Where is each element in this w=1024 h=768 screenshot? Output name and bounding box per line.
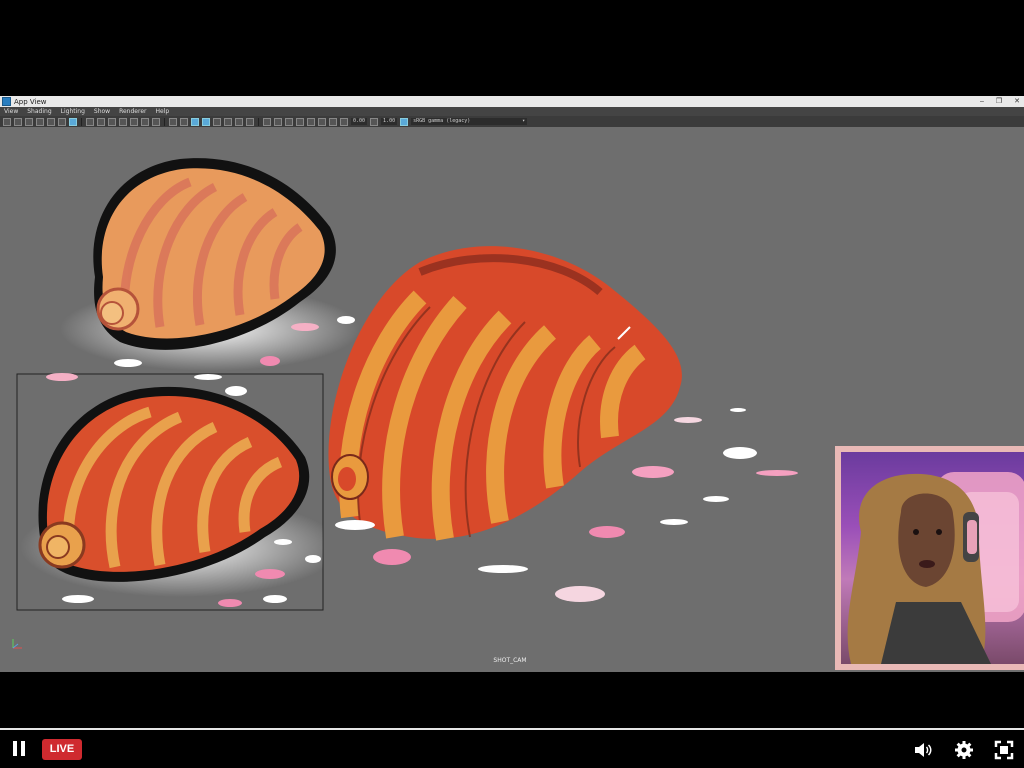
close-button[interactable]: ✕ [1014,96,1020,107]
croissant-sketch-top [60,158,360,371]
settings-icon[interactable] [954,740,974,760]
croissant-3d-model [328,246,682,541]
menu-view[interactable]: View [4,108,18,115]
maximize-button[interactable]: ❐ [996,96,1002,107]
gamma-icon[interactable] [370,117,379,126]
reference-inset-panel [16,373,324,611]
menu-help[interactable]: Help [155,108,169,115]
streamer-figure [847,472,1024,664]
gate-mask-icon[interactable] [119,117,127,126]
window-titlebar[interactable]: App View – ❐ ✕ [0,96,1024,107]
camera-attributes-icon[interactable] [14,117,22,126]
ambient-occlusion-icon[interactable] [235,117,243,126]
shadows-icon[interactable] [213,117,221,126]
smooth-shade-icon[interactable] [180,117,188,126]
camera-lock-icon[interactable] [329,117,337,126]
xray-icon[interactable] [224,117,232,126]
stream-player-bar: LIVE [0,728,1024,768]
depth-of-field-icon[interactable] [307,117,315,126]
volume-icon[interactable] [913,740,933,760]
window-controls: – ❐ ✕ [980,96,1020,107]
color-space-value: sRGB gamma (legacy) [413,118,471,124]
wireframe-icon[interactable] [169,117,177,126]
toolbar-divider [164,117,165,126]
webcam-overlay [835,446,1024,670]
antialiasing-icon[interactable] [246,117,254,126]
viewport-toolbar: 0.00 1.00 sRGB gamma (legacy) ▾ [0,116,1024,127]
xray-joints-icon[interactable] [274,117,282,126]
toolbar-divider [258,117,259,126]
film-gate-icon[interactable] [97,117,105,126]
fullscreen-icon[interactable] [994,740,1014,760]
safe-title-icon[interactable] [152,117,160,126]
menu-lighting[interactable]: Lighting [61,108,85,115]
resolution-gate-icon[interactable] [108,117,116,126]
xray-active-icon[interactable] [285,117,293,126]
bookmark-icon[interactable] [25,117,33,126]
chevron-down-icon: ▾ [522,118,526,124]
window-title: App View [14,97,47,106]
axis-gizmo-icon [10,637,24,651]
grease-pencil-active-icon[interactable] [69,117,77,126]
isolate-select-icon[interactable] [263,117,271,126]
motion-blur-icon[interactable] [296,117,304,126]
live-badge: LIVE [42,739,82,760]
grease-pencil-icon[interactable] [58,117,66,126]
camera-name-label: SHOT_CAM [493,657,527,664]
toolbar-divider [81,117,82,126]
menu-shading[interactable]: Shading [27,108,51,115]
image-plane-icon[interactable] [36,117,44,126]
exposure-icon[interactable] [340,117,348,126]
pause-icon[interactable] [12,741,26,757]
app-icon [2,97,11,106]
field-chart-icon[interactable] [130,117,138,126]
color-space-dropdown[interactable]: sRGB gamma (legacy) ▾ [411,118,528,125]
menubar: View Shading Lighting Show Renderer Help [0,107,1024,116]
hud-icon[interactable] [318,117,326,126]
2d-pan-zoom-icon[interactable] [47,117,55,126]
streamer-video [841,452,1024,664]
menu-renderer[interactable]: Renderer [119,108,146,115]
lighting-icon[interactable] [202,117,210,126]
color-management-icon[interactable] [400,117,409,126]
exposure-field[interactable]: 0.00 [351,118,368,125]
textured-icon[interactable] [191,117,199,126]
minimize-button[interactable]: – [980,96,984,107]
safe-action-icon[interactable] [141,117,149,126]
select-camera-icon[interactable] [3,117,11,126]
gamma-field[interactable]: 1.00 [381,118,398,125]
menu-show[interactable]: Show [94,108,110,115]
grid-icon[interactable] [86,117,94,126]
